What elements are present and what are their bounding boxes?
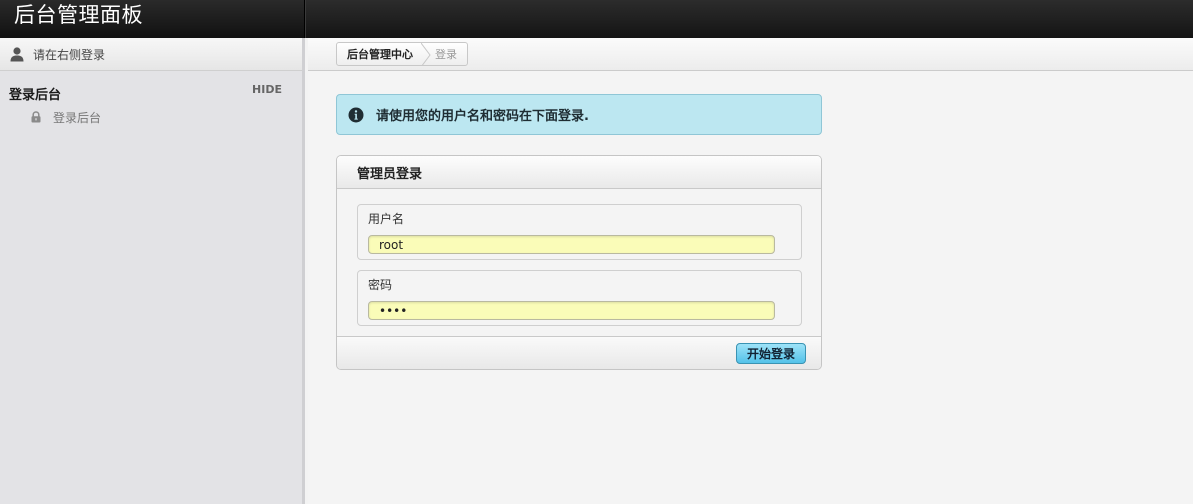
top-header: 后台管理面板 bbox=[0, 0, 1193, 38]
nav-section: 登录后台 HIDE 登录后台 bbox=[0, 71, 302, 125]
login-panel-header: 管理员登录 bbox=[337, 156, 821, 189]
sidebar-item-label: 登录后台 bbox=[53, 110, 102, 125]
app-title: 后台管理面板 bbox=[14, 3, 143, 27]
login-panel: 管理员登录 用户名 密码 开始登录 bbox=[336, 155, 822, 370]
info-message: 请使用您的用户名和密码在下面登录. bbox=[336, 94, 822, 135]
username-label: 用户名 bbox=[368, 212, 405, 226]
breadcrumb-bar: 后台管理中心 登录 bbox=[308, 38, 1193, 71]
main-content: 后台管理中心 登录 请使用您的用户名和密码在下面登录. 管理员登录 用户名 ro… bbox=[308, 38, 1193, 504]
info-text: 请使用您的用户名和密码在下面登录. bbox=[376, 109, 589, 124]
lock-icon bbox=[30, 111, 42, 123]
breadcrumb-separator-icon bbox=[420, 43, 431, 65]
password-input[interactable] bbox=[368, 301, 775, 320]
password-group: 密码 bbox=[357, 270, 802, 326]
header-bar bbox=[305, 0, 1193, 38]
username-group: 用户名 bbox=[357, 204, 802, 260]
sidebar: 请在右侧登录 登录后台 HIDE 登录后台 bbox=[0, 38, 305, 504]
sidebar-item-login[interactable]: 登录后台 bbox=[0, 101, 302, 125]
login-button[interactable]: 开始登录 bbox=[735, 343, 806, 364]
breadcrumb: 后台管理中心 登录 bbox=[336, 42, 468, 66]
user-icon bbox=[9, 46, 25, 62]
nav-section-title: 登录后台 bbox=[9, 87, 62, 103]
info-icon bbox=[348, 107, 364, 123]
hide-toggle[interactable]: HIDE bbox=[252, 83, 282, 96]
password-label: 密码 bbox=[368, 278, 393, 292]
login-panel-footer: 开始登录 bbox=[337, 336, 821, 369]
login-hint: 请在右侧登录 bbox=[33, 47, 106, 62]
login-panel-title: 管理员登录 bbox=[357, 166, 423, 182]
header-brand: 后台管理面板 bbox=[0, 0, 305, 38]
breadcrumb-current: 登录 bbox=[435, 48, 457, 61]
username-input[interactable] bbox=[368, 235, 775, 254]
nav-section-header: 登录后台 HIDE bbox=[0, 79, 302, 103]
breadcrumb-home[interactable]: 后台管理中心 bbox=[337, 43, 421, 65]
user-bar: 请在右侧登录 bbox=[0, 38, 302, 71]
